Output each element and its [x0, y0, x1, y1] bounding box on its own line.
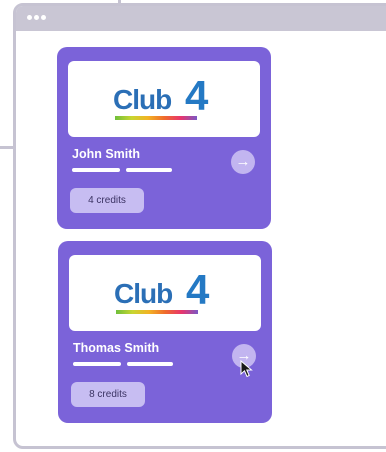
member-name: Thomas Smith [73, 341, 160, 355]
window-dot-icon [27, 15, 32, 20]
placeholder-line [127, 362, 173, 366]
club4-logo: Club 4 [114, 269, 218, 315]
window-dot-icon [34, 15, 39, 20]
logo-color-stripe [115, 116, 197, 120]
logo-wordmark: Club [113, 84, 172, 115]
member-card[interactable]: Club 4 Thomas Smith → 8 credits [58, 241, 272, 423]
placeholder-line [73, 362, 121, 366]
member-name: John Smith [72, 147, 141, 161]
arrow-right-icon[interactable]: → [231, 150, 255, 174]
logo-color-stripe [116, 310, 198, 314]
logo-wordmark: Club [114, 278, 173, 309]
credits-badge: 4 credits [70, 188, 144, 213]
logo-number: 4 [185, 72, 209, 119]
club4-logo: Club 4 [113, 75, 217, 121]
club-logo-panel: Club 4 [68, 61, 260, 137]
logo-number: 4 [186, 266, 210, 313]
credits-badge: 8 credits [71, 382, 145, 407]
placeholder-line [72, 168, 120, 172]
member-card[interactable]: Club 4 John Smith → 4 credits [57, 47, 271, 229]
window-titlebar [16, 6, 386, 31]
placeholder-line [126, 168, 172, 172]
window-dot-icon [41, 15, 46, 20]
mouse-cursor-icon [240, 360, 253, 378]
club-logo-panel: Club 4 [69, 255, 261, 331]
